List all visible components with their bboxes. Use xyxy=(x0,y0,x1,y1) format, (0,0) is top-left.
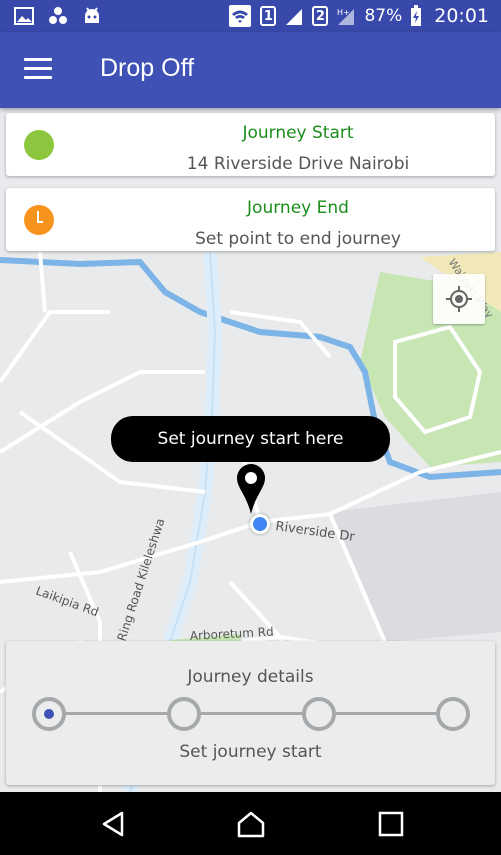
clock: 20:01 xyxy=(434,5,489,27)
step-connector xyxy=(201,712,302,715)
connections-icon xyxy=(49,7,67,24)
data-icon: H+ xyxy=(337,8,355,25)
map-pin-icon xyxy=(237,464,265,514)
status-bar: 1 2 H+ 87% 20:01 xyxy=(0,0,501,32)
page-title: Drop Off xyxy=(100,54,195,82)
battery-percent: 87% xyxy=(364,6,403,26)
map-label-ring-road: Ring Road Kileleshwa xyxy=(115,517,168,643)
journey-end-address: Set point to end journey xyxy=(195,229,401,249)
navigation-bar xyxy=(0,792,501,855)
journey-details-panel: Journey details Set journey start xyxy=(6,641,495,785)
crosshair-icon xyxy=(446,286,472,312)
svg-text:H+: H+ xyxy=(337,8,350,17)
journey-start-card[interactable]: Journey Start 14 Riverside Drive Nairobi xyxy=(6,113,495,176)
current-location-dot xyxy=(250,514,270,534)
set-start-tooltip[interactable]: Set journey start here xyxy=(111,416,390,462)
menu-icon[interactable] xyxy=(24,58,52,80)
my-location-button[interactable] xyxy=(433,274,485,324)
step-1[interactable] xyxy=(32,697,66,731)
step-4[interactable] xyxy=(436,697,470,731)
journey-details-title: Journey details xyxy=(187,667,314,687)
journey-end-card[interactable]: Journey End Set point to end journey xyxy=(6,188,495,251)
back-icon[interactable] xyxy=(98,810,128,838)
journey-start-title: Journey Start xyxy=(242,123,354,143)
step-connector xyxy=(66,712,167,715)
journey-stepper xyxy=(32,697,470,731)
app-bar: Drop Off xyxy=(0,32,501,108)
step-2[interactable] xyxy=(167,697,201,731)
home-icon[interactable] xyxy=(236,810,266,838)
step-3[interactable] xyxy=(302,697,336,731)
wifi-icon xyxy=(229,5,252,27)
battery-icon xyxy=(411,5,422,26)
recents-icon[interactable] xyxy=(376,810,406,838)
sim2-badge: 2 xyxy=(312,6,329,26)
map-label-laikipia: Laikipia Rd xyxy=(34,584,101,620)
step-connector xyxy=(336,712,436,715)
android-icon xyxy=(85,7,99,23)
journey-start-address: 14 Riverside Drive Nairobi xyxy=(186,154,410,174)
signal-icon xyxy=(286,9,303,25)
journey-end-title: Journey End xyxy=(247,198,349,218)
journey-details-subtitle: Set journey start xyxy=(179,742,322,762)
sim1-badge: 1 xyxy=(260,6,277,26)
gallery-icon xyxy=(14,7,34,25)
